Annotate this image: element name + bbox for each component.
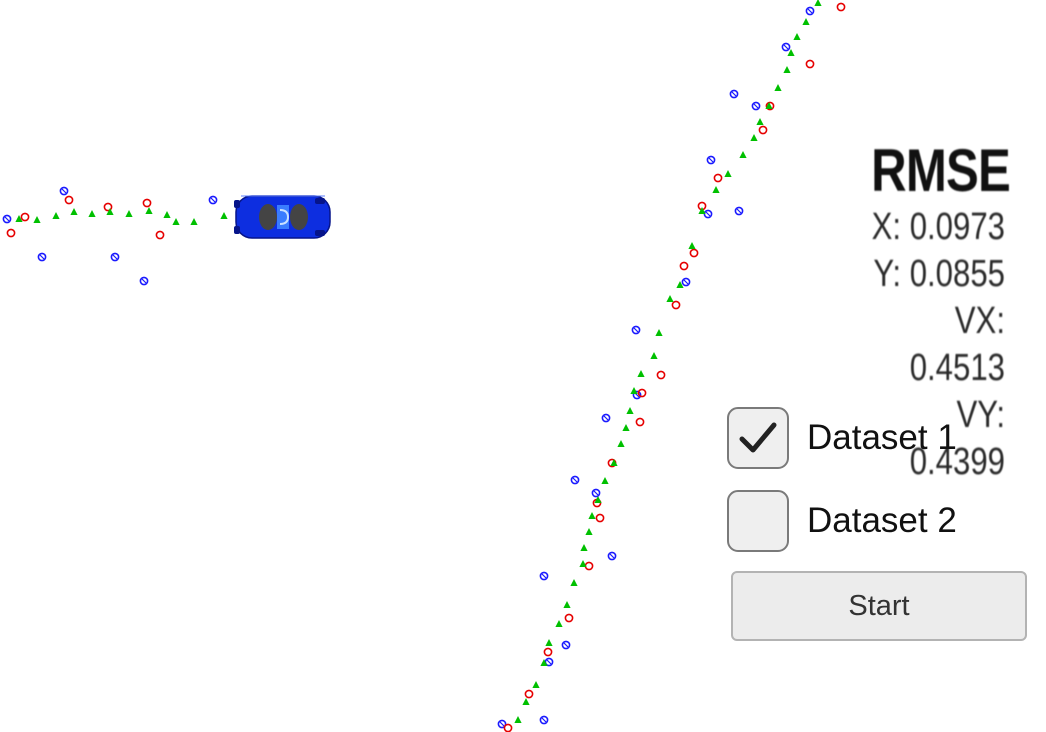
estimate-marker <box>125 210 133 217</box>
lidar-marker-tick <box>541 573 547 579</box>
lidar-marker-tick <box>683 279 689 285</box>
estimate-marker <box>724 170 732 177</box>
radar-marker <box>155 230 165 240</box>
estimate-marker <box>52 212 60 219</box>
estimate-marker <box>555 620 563 627</box>
estimate-marker <box>617 440 625 447</box>
car-icon <box>234 195 331 239</box>
estimate-marker <box>563 601 571 608</box>
estimate-marker <box>630 387 638 394</box>
rmse-vx-value: VX: 0.4513 <box>909 300 1005 389</box>
dataset-2-option[interactable]: Dataset 2 <box>727 490 957 552</box>
lidar-marker-tick <box>593 490 599 496</box>
radar-marker <box>595 513 605 523</box>
estimate-marker <box>601 477 609 484</box>
lidar-marker-tick <box>731 91 737 97</box>
estimate-marker <box>172 218 180 225</box>
estimate-marker <box>88 210 96 217</box>
lidar-marker-tick <box>705 211 711 217</box>
lidar-marker-tick <box>609 553 615 559</box>
estimate-marker <box>712 186 720 193</box>
estimate-marker <box>793 33 801 40</box>
estimate-marker <box>750 134 758 141</box>
lidar-marker-tick <box>39 254 45 260</box>
estimate-marker <box>106 208 114 215</box>
lidar-marker-tick <box>4 216 10 222</box>
lidar-marker-tick <box>61 188 67 194</box>
lidar-marker-tick <box>563 642 569 648</box>
estimate-marker <box>650 352 658 359</box>
radar-marker <box>836 2 846 12</box>
estimate-marker <box>522 698 530 705</box>
estimate-marker <box>545 639 553 646</box>
estimate-marker <box>190 218 198 225</box>
radar-marker <box>142 198 152 208</box>
estimate-marker <box>580 544 588 551</box>
lidar-marker-tick <box>546 659 552 665</box>
estimate-marker <box>666 295 674 302</box>
radar-marker <box>671 300 681 310</box>
lidar-marker-tick <box>603 415 609 421</box>
radar-marker <box>6 228 16 238</box>
radar-marker <box>564 613 574 623</box>
estimate-marker <box>688 242 696 249</box>
estimate-marker <box>514 716 522 723</box>
dataset-2-label: Dataset 2 <box>807 501 957 540</box>
rmse-y-value: Y: 0.0855 <box>873 253 1005 295</box>
lidar-marker-tick <box>736 208 742 214</box>
lidar-marker-tick <box>499 721 505 727</box>
lidar-marker-tick <box>708 157 714 163</box>
estimate-marker <box>570 579 578 586</box>
estimate-marker <box>622 424 630 431</box>
estimate-marker <box>626 407 634 414</box>
estimate-marker <box>802 18 810 25</box>
radar-marker <box>20 212 30 222</box>
lidar-marker-tick <box>783 44 789 50</box>
dataset-1-checkbox[interactable] <box>727 407 789 469</box>
radar-marker <box>584 561 594 571</box>
estimate-marker <box>145 207 153 214</box>
radar-marker <box>503 723 513 732</box>
start-button[interactable]: Start <box>731 571 1027 641</box>
radar-marker <box>64 195 74 205</box>
dataset-1-option[interactable]: Dataset 1 <box>727 407 957 469</box>
estimate-marker <box>588 512 596 519</box>
estimate-marker <box>739 151 747 158</box>
estimate-marker <box>220 212 228 219</box>
estimate-marker <box>33 216 41 223</box>
radar-marker <box>758 125 768 135</box>
measurement-markers <box>2 0 846 732</box>
lidar-marker-tick <box>807 8 813 14</box>
lidar-marker-tick <box>112 254 118 260</box>
estimate-marker <box>70 208 78 215</box>
radar-marker <box>805 59 815 69</box>
lidar-marker-tick <box>753 103 759 109</box>
check-icon <box>739 422 777 453</box>
estimate-marker <box>532 681 540 688</box>
lidar-marker-tick <box>141 278 147 284</box>
radar-marker <box>543 647 553 657</box>
radar-marker <box>656 370 666 380</box>
estimate-marker <box>655 329 663 336</box>
dataset-1-label: Dataset 1 <box>807 418 957 457</box>
radar-marker <box>679 261 689 271</box>
estimate-marker <box>756 118 764 125</box>
lidar-marker-tick <box>541 717 547 723</box>
rmse-x-value: X: 0.0973 <box>871 206 1005 248</box>
dataset-2-checkbox[interactable] <box>727 490 789 552</box>
radar-marker <box>524 689 534 699</box>
rmse-title: RMSE <box>871 137 1011 204</box>
lidar-marker-tick <box>210 197 216 203</box>
radar-marker <box>635 417 645 427</box>
estimate-marker <box>163 211 171 218</box>
radar-marker <box>689 248 699 258</box>
estimate-marker <box>774 84 782 91</box>
estimate-marker <box>783 66 791 73</box>
radar-marker <box>713 173 723 183</box>
estimate-marker <box>585 528 593 535</box>
estimate-marker <box>637 370 645 377</box>
estimate-marker <box>814 0 822 6</box>
lidar-marker-tick <box>572 477 578 483</box>
lidar-marker-tick <box>633 327 639 333</box>
